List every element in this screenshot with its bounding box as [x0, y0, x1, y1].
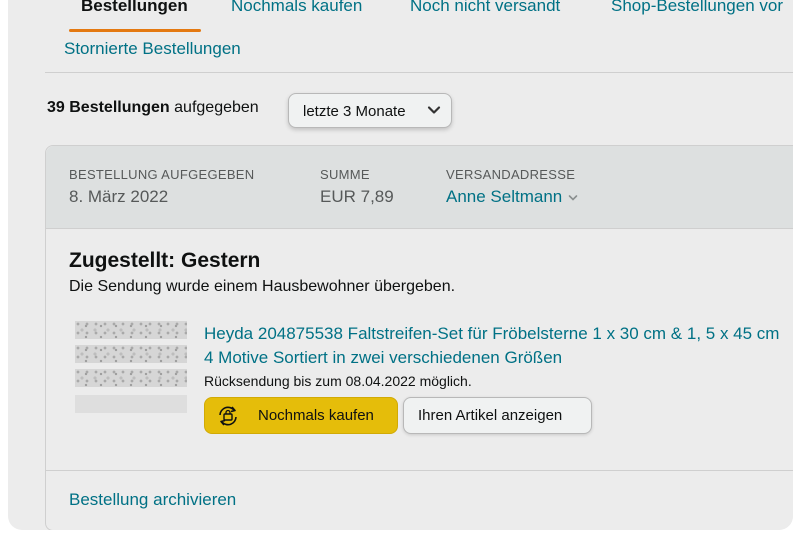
card-divider — [46, 470, 793, 471]
product-title-line: Heyda 204875538 Faltstreifen-Set für Frö… — [204, 324, 780, 343]
delivery-substatus: Die Sendung wurde einem Hausbewohner übe… — [69, 278, 456, 295]
delivery-status: Zugestellt: Gestern — [69, 249, 261, 272]
tab-not-yet-shipped[interactable]: Noch nicht versandt — [410, 0, 560, 16]
ship-to-dropdown[interactable]: Anne Seltmann — [446, 187, 578, 207]
order-count-suffix: aufgegeben — [174, 99, 259, 116]
view-item-button[interactable]: Ihren Artikel anzeigen — [403, 397, 592, 434]
reorder-icon — [219, 406, 237, 426]
active-tab-indicator — [69, 29, 201, 32]
tab-buy-again[interactable]: Nochmals kaufen — [231, 0, 362, 16]
product-image-strip — [75, 369, 187, 387]
product-title-line: 4 Motive Sortiert in zwei verschiedenen … — [204, 348, 563, 367]
product-image-strip — [75, 345, 187, 363]
time-range-dropdown[interactable]: letzte 3 Monate — [288, 93, 452, 128]
order-placed-date: 8. März 2022 — [69, 187, 169, 206]
tabs-divider — [45, 72, 793, 73]
buy-again-button[interactable]: Nochmals kaufen — [204, 397, 398, 434]
archive-order-link[interactable]: Bestellung archivieren — [69, 490, 236, 510]
ship-to-name: Anne Seltmann — [446, 187, 563, 206]
chevron-down-icon — [427, 106, 441, 114]
view-item-label: Ihren Artikel anzeigen — [418, 407, 563, 424]
tab-local-store-orders[interactable]: Shop-Bestellungen vor — [611, 0, 783, 16]
orders-page: Bestellungen Nochmals kaufen Noch nicht … — [8, 0, 793, 530]
order-total-value: EUR 7,89 — [320, 187, 394, 206]
return-window-note: Rücksendung bis zum 08.04.2022 möglich. — [204, 373, 472, 389]
order-total-label: SUMME — [320, 167, 370, 182]
order-tabs: Bestellungen Nochmals kaufen Noch nicht … — [8, 0, 793, 32]
tab-cancelled-orders[interactable]: Stornierte Bestellungen — [64, 39, 241, 59]
product-image[interactable] — [75, 321, 187, 413]
order-card-header: BESTELLUNG AUFGEGEBEN 8. März 2022 SUMME… — [46, 146, 793, 229]
tab-orders[interactable]: Bestellungen — [81, 0, 188, 16]
product-image-strip — [75, 395, 187, 413]
buy-again-label: Nochmals kaufen — [258, 407, 374, 424]
order-placed-label: BESTELLUNG AUFGEGEBEN — [69, 167, 255, 182]
chevron-down-icon — [568, 194, 578, 201]
time-range-value: letzte 3 Monate — [303, 103, 406, 120]
order-card: BESTELLUNG AUFGEGEBEN 8. März 2022 SUMME… — [45, 145, 793, 530]
ship-to-label: VERSANDADRESSE — [446, 167, 576, 182]
order-count-summary: 39 Bestellungen aufgegeben — [47, 99, 259, 117]
product-title-link[interactable]: Heyda 204875538 Faltstreifen-Set für Frö… — [204, 322, 793, 370]
order-count: 39 Bestellungen — [47, 99, 170, 116]
product-image-strip — [75, 321, 187, 339]
